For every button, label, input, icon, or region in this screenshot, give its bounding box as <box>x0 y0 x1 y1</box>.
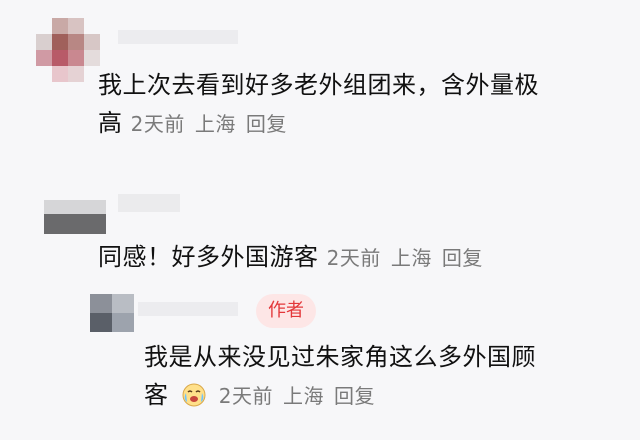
location: 上海 <box>194 112 236 136</box>
comment-meta: 2天前 上海 回复 <box>131 112 297 136</box>
comment-meta: 2天前 上海 回复 <box>327 246 493 270</box>
reply-button[interactable]: 回复 <box>334 384 375 408</box>
comment-text: 我是从来没见过朱家角这么多外国顾 <box>144 343 536 371</box>
reply-button[interactable]: 回复 <box>442 246 483 270</box>
location: 上海 <box>283 384 325 408</box>
comment-text: 同感！好多外国游客 2天前 上海 回复 <box>98 240 493 275</box>
crying-face-icon <box>182 383 206 407</box>
author-badge: 作者 <box>256 294 316 328</box>
timestamp: 2天前 <box>218 384 274 408</box>
comment-text-line2: 高 2天前 上海 回复 <box>98 106 297 141</box>
username-blurred[interactable] <box>118 194 180 212</box>
username-blurred[interactable] <box>118 30 238 44</box>
reply-button[interactable]: 回复 <box>246 112 287 136</box>
username-blurred[interactable] <box>138 302 238 316</box>
avatar[interactable] <box>90 294 134 332</box>
avatar[interactable] <box>36 18 100 84</box>
comment-meta: 2天前 上海 回复 <box>219 384 385 408</box>
timestamp: 2天前 <box>326 246 381 270</box>
avatar[interactable] <box>44 200 106 234</box>
timestamp: 2天前 <box>130 112 185 136</box>
comment-text: 我上次去看到好多老外组团来，含外量极 <box>98 71 539 99</box>
location: 上海 <box>390 246 432 270</box>
comment-text-line2: 客 2天前 上海 回复 <box>144 378 385 413</box>
